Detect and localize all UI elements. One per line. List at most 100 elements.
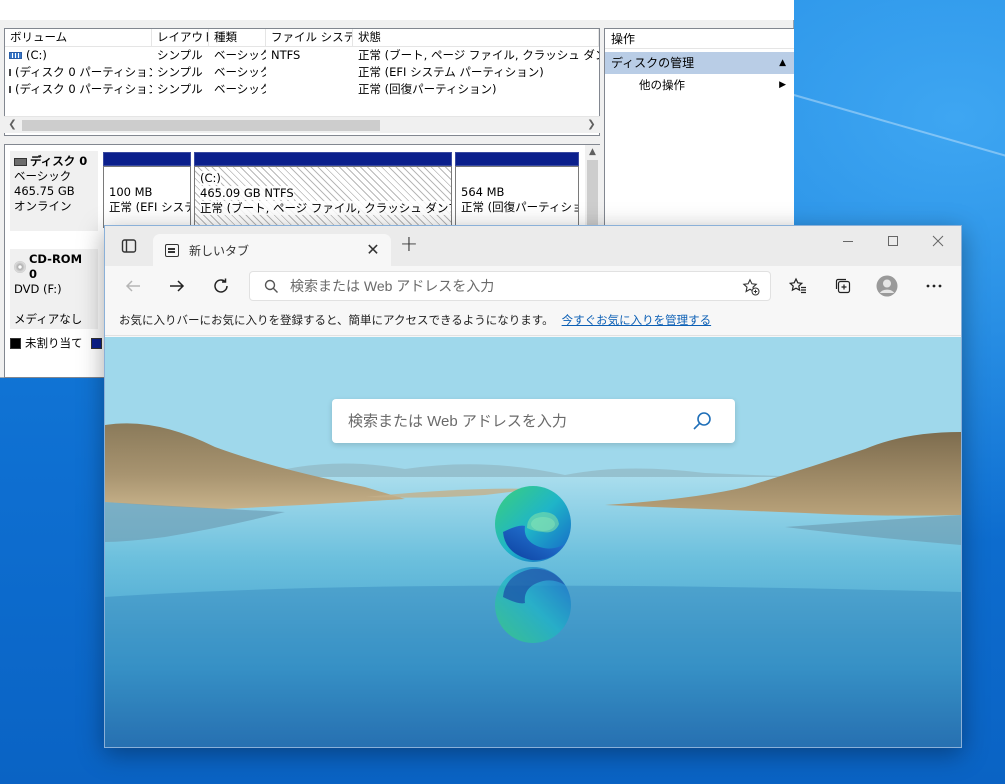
volume-list-header: ボリューム レイアウト 種類 ファイル システム 状態 <box>5 29 599 47</box>
edge-browser-window[interactable]: 新しいタブ ✕ + 検索または Web アドレスを入力 お気に入りバーにお気に入… <box>104 225 962 748</box>
more-button[interactable] <box>918 270 950 302</box>
tab-strip: 新しいタブ ✕ + <box>105 226 961 266</box>
search-icon <box>264 279 278 293</box>
scroll-up-icon[interactable]: ▲ <box>585 145 600 160</box>
more-actions-label: 他の操作 <box>639 78 685 92</box>
back-button[interactable] <box>117 270 149 302</box>
profile-icon <box>876 275 898 297</box>
volume-status: 正常 (回復パーティション) <box>358 82 497 96</box>
legend-unallocated: 未割り当て <box>25 336 83 350</box>
maximize-button[interactable] <box>870 226 916 256</box>
volume-name: (ディスク 0 パーティション 1) <box>15 65 152 79</box>
disk-size: 465.75 GB <box>14 184 75 198</box>
volume-type: ベーシック <box>214 65 266 79</box>
tab-actions-icon <box>121 239 137 253</box>
volume-layout: シンプル <box>157 48 203 62</box>
refresh-icon <box>214 278 228 293</box>
close-tab-icon[interactable]: ✕ <box>363 240 383 260</box>
horizontal-scrollbar[interactable]: ❮ ❯ <box>4 116 600 133</box>
collections-icon <box>835 278 851 294</box>
actions-group-disk-management[interactable]: ディスクの管理 ▲ <box>605 52 794 74</box>
column-header-volume[interactable]: ボリューム <box>5 29 152 47</box>
volume-type: ベーシック <box>214 82 266 96</box>
column-header-layout[interactable]: レイアウト <box>152 29 209 47</box>
disk-kind: ベーシック <box>14 169 72 183</box>
disk-state: オンライン <box>14 199 72 213</box>
favorites-icon <box>789 277 806 294</box>
ntp-search-input[interactable] <box>348 411 678 431</box>
volume-status: 正常 (EFI システム パーティション) <box>358 65 544 79</box>
minimize-button[interactable] <box>825 226 871 256</box>
cdrom-label[interactable]: CD-ROM 0 DVD (F:) メディアなし <box>10 249 98 329</box>
partition-size: 100 MB <box>109 185 153 199</box>
more-actions-item[interactable]: 他の操作 ▶ <box>605 74 794 96</box>
table-row[interactable]: (ディスク 0 パーティション 1) シンプル ベーシック 正常 (EFI シス… <box>5 64 599 81</box>
favorites-button[interactable] <box>782 270 814 302</box>
ntp-search-box[interactable] <box>332 399 735 443</box>
close-window-button[interactable] <box>915 226 961 256</box>
star-plus-icon[interactable] <box>742 278 760 296</box>
disk-0-label[interactable]: ディスク 0 ベーシック 465.75 GB オンライン <box>10 151 98 231</box>
actions-header: 操作 <box>605 29 794 49</box>
edge-logo-reflection <box>495 567 571 643</box>
cdrom-name: CD-ROM 0 <box>28 252 83 281</box>
partition-recovery[interactable]: 564 MB 正常 (回復パーティション <box>455 152 579 228</box>
forward-arrow-icon <box>170 280 185 292</box>
volume-filesystem <box>266 64 353 81</box>
tab-new-tab[interactable]: 新しいタブ ✕ <box>153 234 391 266</box>
tab-actions-button[interactable] <box>109 226 149 266</box>
submenu-arrow-icon: ▶ <box>779 80 786 90</box>
scroll-left-icon[interactable]: ❮ <box>4 117 21 134</box>
collapse-up-icon[interactable]: ▲ <box>779 52 786 74</box>
maximize-icon <box>888 236 898 246</box>
new-tab-button[interactable]: + <box>395 232 423 260</box>
table-row[interactable]: (C:) シンプル ベーシック NTFS 正常 (ブート, ページ ファイル, … <box>5 47 599 64</box>
forward-button[interactable] <box>161 270 193 302</box>
partition-name: (C:) <box>200 171 221 185</box>
volume-icon <box>9 52 22 59</box>
column-header-status[interactable]: 状態 <box>353 29 599 47</box>
disk-name: ディスク 0 <box>30 154 88 168</box>
legend-swatch-primary <box>90 337 102 349</box>
partition-bar <box>194 152 452 166</box>
search-icon[interactable] <box>691 410 713 432</box>
favorites-bar-message: お気に入りバーにお気に入りを登録すると、簡単にアクセスできるようになります。 <box>119 315 554 327</box>
profile-button[interactable] <box>871 270 903 302</box>
browser-toolbar <box>105 266 961 306</box>
manage-favorites-link[interactable]: 今すぐお気に入りを管理する <box>562 315 712 327</box>
partition-status: 正常 (EFI システ <box>109 200 191 214</box>
back-arrow-icon <box>125 280 140 292</box>
partition-c[interactable]: (C:) 465.09 GB NTFS 正常 (ブート, ページ ファイル, ク… <box>194 152 452 228</box>
volume-layout: シンプル <box>157 65 203 79</box>
disk-icon <box>14 157 27 166</box>
legend: 未割り当て プ <box>10 335 117 351</box>
column-header-filesystem[interactable]: ファイル システム <box>266 29 353 47</box>
address-bar[interactable] <box>249 271 771 301</box>
new-tab-page <box>105 337 961 747</box>
volume-filesystem <box>266 81 353 98</box>
scrollbar-thumb[interactable] <box>22 120 380 131</box>
minimize-icon <box>843 241 853 242</box>
refresh-button[interactable] <box>205 270 237 302</box>
partition-efi[interactable]: 100 MB 正常 (EFI システ <box>103 152 191 228</box>
close-icon <box>932 235 944 247</box>
scroll-right-icon[interactable]: ❯ <box>583 117 600 134</box>
partition-status: 正常 (回復パーティション <box>461 200 578 214</box>
volume-name: (C:) <box>26 48 47 62</box>
volume-icon <box>9 69 11 76</box>
table-row[interactable]: (ディスク 0 パーティション 4) シンプル ベーシック 正常 (回復パーティ… <box>5 81 599 98</box>
column-header-type[interactable]: 種類 <box>209 29 266 47</box>
volume-status: 正常 (ブート, ページ ファイル, クラッシュ ダンプ, ベーシ <box>358 48 599 62</box>
volume-filesystem: NTFS <box>271 48 301 62</box>
volume-layout: シンプル <box>157 82 203 96</box>
toolbar-area <box>0 0 794 20</box>
partition-size: 465.09 GB NTFS <box>200 186 294 200</box>
favorites-bar: お気に入りバーにお気に入りを登録すると、簡単にアクセスできるようになります。 今す… <box>105 306 961 336</box>
partition-status: 正常 (ブート, ページ ファイル, クラッシュ ダンプ, ベーシッ <box>200 201 451 215</box>
collections-button[interactable] <box>827 270 859 302</box>
address-input[interactable] <box>290 276 730 296</box>
partition-bar <box>103 152 191 166</box>
volume-type: ベーシック <box>214 48 266 62</box>
volume-icon <box>9 86 11 93</box>
legend-swatch-unallocated <box>10 337 21 349</box>
